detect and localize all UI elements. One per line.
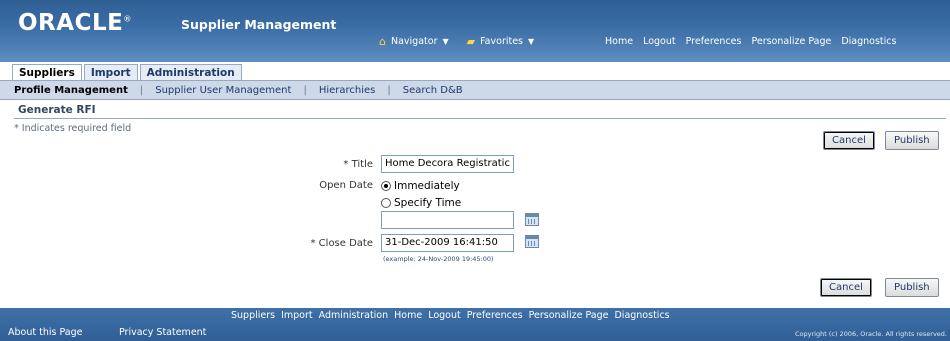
close-date-input[interactable]: 31-Dec-2009 16:41:50 — [381, 234, 514, 252]
immediately-radio[interactable]: Immediately — [381, 180, 460, 192]
global-menu: ⌂ Navigator ▼ ▰ Favorites ▼ — [379, 35, 534, 48]
close-date-calendar-icon[interactable] — [525, 235, 539, 248]
favorites-folder-icon: ▰ — [466, 35, 476, 48]
page-title: Generate RFI — [18, 104, 96, 116]
subtab-separator: | — [303, 84, 307, 96]
subtab-bar: Profile Management | Supplier User Manag… — [0, 80, 950, 100]
footer-link-diagnostics[interactable]: Diagnostics — [614, 310, 669, 321]
privacy-statement-link[interactable]: Privacy Statement — [119, 327, 206, 338]
cancel-button-bottom[interactable]: Cancel — [820, 278, 872, 297]
footer-link-import[interactable]: Import — [281, 310, 313, 321]
global-links: Home Logout Preferences Personalize Page… — [605, 36, 896, 47]
footer-link-personalize-page[interactable]: Personalize Page — [529, 310, 609, 321]
app-title: Supplier Management — [181, 17, 337, 32]
about-this-page-link[interactable]: About this Page — [8, 327, 82, 338]
close-date-label: * Close Date — [310, 238, 374, 249]
chevron-down-icon: ▼ — [528, 37, 535, 46]
title-label: * Title — [343, 159, 373, 170]
copyright-text: Copyright (c) 2006, Oracle. All rights r… — [795, 330, 947, 338]
subtab-profile-management[interactable]: Profile Management — [14, 85, 128, 96]
subtab-separator: | — [387, 84, 391, 96]
navigator-icon: ⌂ — [379, 35, 386, 48]
tab-bar: Suppliers Import Administration — [0, 62, 950, 81]
subtab-hierarchies[interactable]: Hierarchies — [319, 85, 376, 96]
footer-link-preferences[interactable]: Preferences — [467, 310, 523, 321]
publish-button-bottom[interactable]: Publish — [885, 278, 939, 297]
tab-import[interactable]: Import — [83, 64, 138, 81]
footer-links: Suppliers Import Administration Home Log… — [231, 310, 670, 321]
navigator-menu[interactable]: ⌂ Navigator ▼ — [379, 35, 449, 48]
open-date-label: Open Date — [319, 180, 373, 191]
global-header: ORACLE® Supplier Management ⌂ Navigator … — [0, 0, 950, 62]
diagnostics-link[interactable]: Diagnostics — [841, 36, 896, 47]
oracle-logo: ORACLE® — [18, 10, 132, 36]
publish-button-top[interactable]: Publish — [885, 131, 939, 150]
radio-unselected-icon — [381, 198, 391, 208]
personalize-page-link[interactable]: Personalize Page — [751, 36, 831, 47]
title-input[interactable]: Home Decora Registratic — [381, 155, 514, 173]
specify-time-radio[interactable]: Specify Time — [381, 197, 461, 209]
radio-selected-icon — [381, 181, 391, 191]
home-link[interactable]: Home — [605, 36, 633, 47]
cancel-button-top[interactable]: Cancel — [823, 131, 875, 150]
subtab-supplier-user-management[interactable]: Supplier User Management — [155, 85, 291, 96]
preferences-link[interactable]: Preferences — [686, 36, 742, 47]
global-footer: Suppliers Import Administration Home Log… — [0, 308, 950, 341]
subtab-separator: | — [139, 84, 144, 96]
tab-administration[interactable]: Administration — [139, 64, 242, 81]
open-date-calendar-icon[interactable] — [525, 213, 539, 226]
tab-suppliers[interactable]: Suppliers — [12, 64, 82, 81]
required-field-note: * Indicates required field — [14, 123, 132, 134]
subtab-search-dnb[interactable]: Search D&B — [403, 85, 463, 96]
close-date-example: (example: 24-Nov-2009 19:45:00) — [383, 255, 494, 263]
footer-link-home[interactable]: Home — [394, 310, 422, 321]
logout-link[interactable]: Logout — [643, 36, 676, 47]
footer-link-administration[interactable]: Administration — [319, 310, 389, 321]
footer-link-logout[interactable]: Logout — [428, 310, 461, 321]
open-date-input[interactable] — [381, 211, 514, 229]
favorites-menu[interactable]: ▰ Favorites ▼ — [467, 35, 535, 48]
title-divider — [14, 118, 946, 119]
footer-link-suppliers[interactable]: Suppliers — [231, 310, 275, 321]
chevron-down-icon: ▼ — [442, 37, 449, 46]
